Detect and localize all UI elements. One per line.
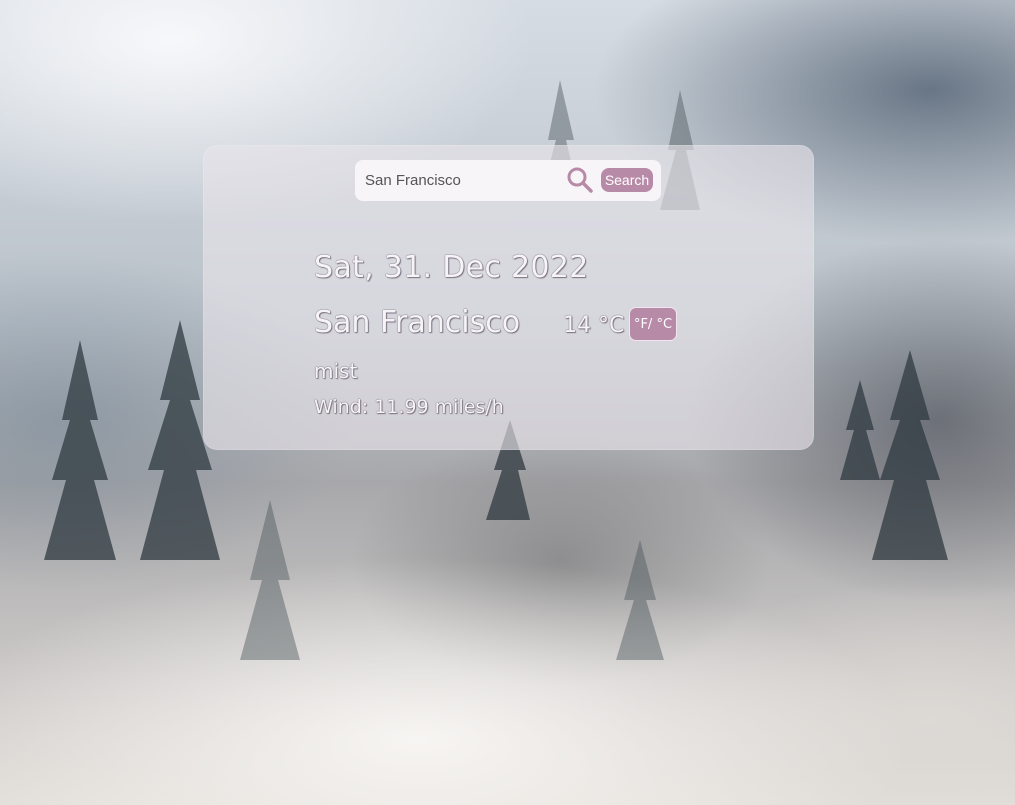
date-text: Sat, 31. Dec 2022 — [314, 250, 589, 285]
city-temperature-row: San Francisco 14 °C °F/ °C — [314, 303, 714, 343]
weather-info: Sat, 31. Dec 2022 San Francisco 14 °C °F… — [314, 248, 677, 418]
search-bar: Search — [355, 160, 661, 201]
wind-speed: Wind: 11.99 miles/h — [314, 396, 504, 418]
unit-toggle-button[interactable]: °F/ °C — [629, 307, 677, 341]
magnifier-icon[interactable] — [566, 166, 594, 194]
search-button[interactable]: Search — [601, 168, 653, 192]
search-input[interactable] — [361, 167, 565, 193]
city-name: San Francisco — [314, 305, 521, 340]
temperature: 14 °C — [563, 313, 625, 338]
weather-card: Search Sat, 31. Dec 2022 San Francisco 1… — [203, 145, 814, 450]
weather-description: mist — [314, 359, 358, 383]
